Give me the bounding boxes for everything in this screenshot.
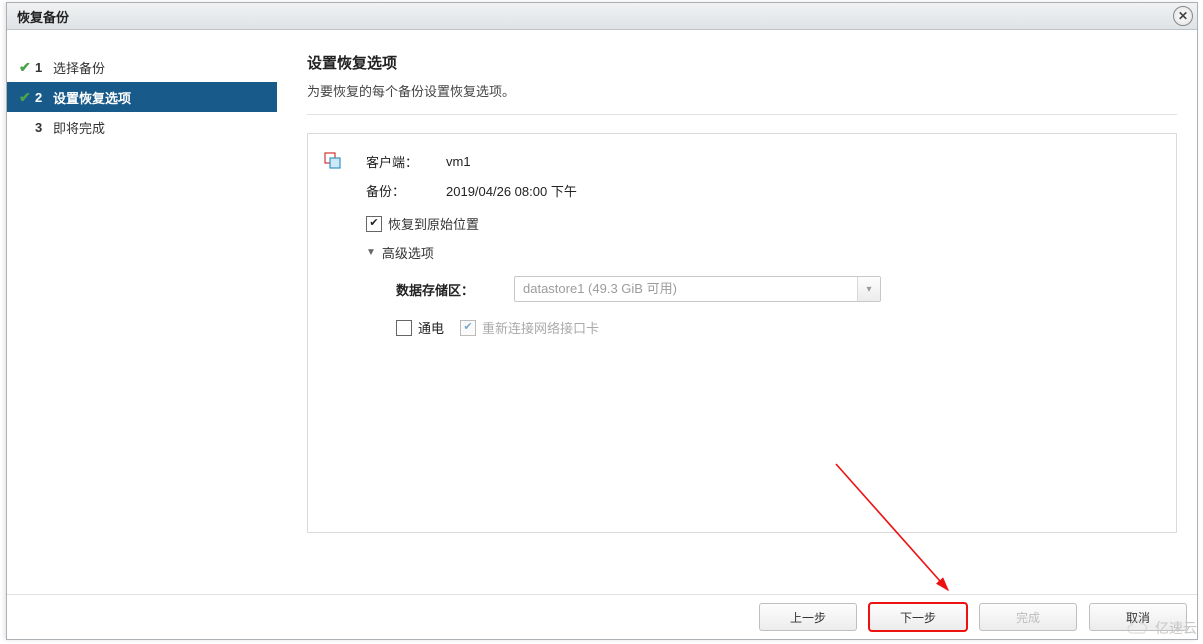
finish-button: 完成 xyxy=(979,603,1077,631)
backup-row: 备份： 2019/04/26 08:00 下午 xyxy=(366,181,1148,200)
check-icon: ✔ xyxy=(19,89,35,106)
window-title: 恢复备份 xyxy=(17,7,69,26)
close-icon: ✕ xyxy=(1178,10,1188,22)
wizard-step-select-backup[interactable]: ✔ 1 选择备份 xyxy=(7,52,277,82)
caret-down-icon: ▼ xyxy=(366,247,376,258)
step-label: 选择备份 xyxy=(53,58,105,77)
step-number: 1 xyxy=(35,60,53,75)
wizard-step-finish[interactable]: 3 即将完成 xyxy=(7,112,277,142)
vm-icon xyxy=(324,152,342,170)
restore-original-label: 恢复到原始位置 xyxy=(388,214,479,233)
advanced-options-content: 数据存储区： datastore1 (49.3 GiB 可用) ▾ 通电 重新连… xyxy=(396,276,1148,337)
step-label: 即将完成 xyxy=(53,118,105,137)
step-number: 3 xyxy=(35,120,53,135)
chevron-down-icon: ▾ xyxy=(857,277,880,301)
backup-panel: 客户端： vm1 备份： 2019/04/26 08:00 下午 恢复到原始位置… xyxy=(307,133,1177,533)
close-button[interactable]: ✕ xyxy=(1173,6,1193,26)
advanced-options-toggle[interactable]: ▼ 高级选项 xyxy=(366,243,1148,262)
restore-original-row: 恢复到原始位置 xyxy=(366,214,1148,233)
reconnect-nic-checkbox xyxy=(460,320,476,336)
step-number: 2 xyxy=(35,90,53,105)
divider xyxy=(307,114,1177,115)
finish-button-label: 完成 xyxy=(1016,609,1040,626)
client-value: vm1 xyxy=(446,154,471,169)
datastore-select[interactable]: datastore1 (49.3 GiB 可用) ▾ xyxy=(514,276,881,302)
next-button[interactable]: 下一步 xyxy=(869,603,967,631)
prev-button-label: 上一步 xyxy=(790,609,826,626)
power-row: 通电 重新连接网络接口卡 xyxy=(396,318,1148,337)
main-content: 设置恢复选项 为要恢复的每个备份设置恢复选项。 客户端： vm1 备份： 201… xyxy=(277,30,1197,594)
reconnect-nic-label: 重新连接网络接口卡 xyxy=(482,318,599,337)
check-icon: ✔ xyxy=(19,59,35,76)
dialog-body: ✔ 1 选择备份 ✔ 2 设置恢复选项 3 即将完成 设置恢复选项 为要恢复的每… xyxy=(7,30,1197,594)
power-on-label: 通电 xyxy=(418,318,444,337)
client-row: 客户端： vm1 xyxy=(366,152,1148,171)
cancel-button-label: 取消 xyxy=(1126,609,1150,626)
step-label: 设置恢复选项 xyxy=(53,88,131,107)
restore-original-checkbox[interactable] xyxy=(366,216,382,232)
next-button-label: 下一步 xyxy=(900,609,936,626)
client-label: 客户端： xyxy=(366,152,446,171)
wizard-sidebar: ✔ 1 选择备份 ✔ 2 设置恢复选项 3 即将完成 xyxy=(7,30,277,594)
backup-value: 2019/04/26 08:00 下午 xyxy=(446,181,577,200)
titlebar: 恢复备份 ✕ xyxy=(7,3,1197,30)
restore-backup-modal: 恢复备份 ✕ ✔ 1 选择备份 ✔ 2 设置恢复选项 3 即将完成 设置恢复选 xyxy=(6,2,1198,640)
datastore-label: 数据存储区： xyxy=(396,280,514,299)
dialog-footer: 上一步 下一步 完成 取消 xyxy=(7,594,1197,639)
page-title: 设置恢复选项 xyxy=(307,52,1177,73)
power-on-checkbox[interactable] xyxy=(396,320,412,336)
backup-label: 备份： xyxy=(366,181,446,200)
page-subtitle: 为要恢复的每个备份设置恢复选项。 xyxy=(307,81,1177,100)
advanced-options-label: 高级选项 xyxy=(382,243,434,262)
prev-button[interactable]: 上一步 xyxy=(759,603,857,631)
cancel-button[interactable]: 取消 xyxy=(1089,603,1187,631)
datastore-select-value: datastore1 (49.3 GiB 可用) xyxy=(515,277,857,301)
datastore-row: 数据存储区： datastore1 (49.3 GiB 可用) ▾ xyxy=(396,276,1148,302)
wizard-step-set-options[interactable]: ✔ 2 设置恢复选项 xyxy=(7,82,277,112)
